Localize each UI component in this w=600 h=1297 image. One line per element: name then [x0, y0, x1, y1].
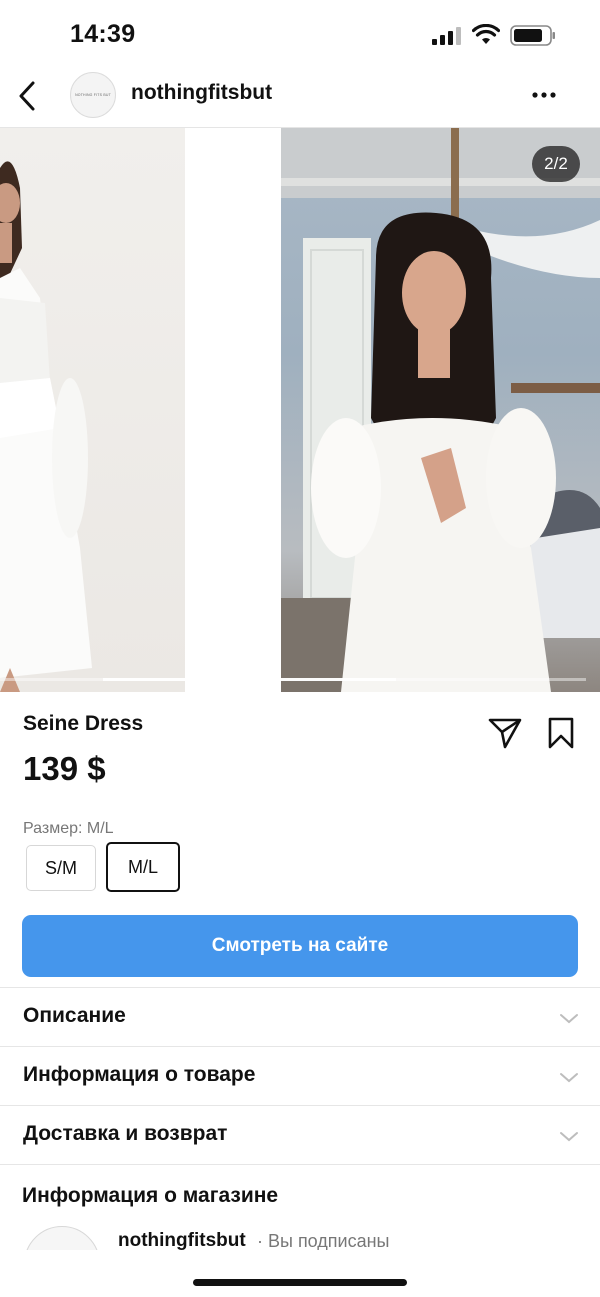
section-product-info-label: Информация о товаре [23, 1063, 256, 1086]
chevron-down-icon [560, 1073, 578, 1083]
shop-avatar-logo-text: NOTHING FITS BUT [75, 93, 111, 97]
home-indicator[interactable] [193, 1279, 407, 1286]
size-option-sm[interactable]: S/M [26, 845, 96, 891]
share-button[interactable] [486, 714, 524, 752]
store-info-row[interactable]: nothingfitsbut · Вы подписаны [0, 1218, 600, 1250]
carousel-progress-track [0, 678, 586, 681]
more-dots-icon [532, 92, 556, 98]
bookmark-icon [548, 717, 574, 749]
wifi-icon [472, 24, 500, 44]
product-name: Seine Dress [23, 712, 144, 735]
view-on-website-button[interactable]: Смотреть на сайте [22, 915, 578, 977]
section-product-info[interactable]: Информация о товаре [0, 1046, 600, 1105]
save-button[interactable] [544, 714, 578, 752]
battery-icon [510, 25, 555, 46]
chevron-down-icon [560, 1014, 578, 1024]
bottom-safe-area [0, 1250, 600, 1297]
section-description[interactable]: Описание [0, 987, 600, 1046]
shop-name-link[interactable]: nothingfitsbut [131, 81, 272, 105]
section-shipping-returns-label: Доставка и возврат [23, 1122, 228, 1145]
product-image-carousel[interactable]: 2/2 [0, 128, 600, 692]
section-divider [0, 1164, 600, 1165]
section-shipping-returns[interactable]: Доставка и возврат [0, 1105, 600, 1164]
product-price: 139 $ [23, 750, 106, 787]
back-arrow-icon [19, 81, 35, 111]
back-button[interactable] [12, 78, 42, 114]
store-follow-status: · Вы подписаны [257, 1231, 390, 1250]
status-time: 14:39 [70, 20, 136, 48]
store-info-title: Информация о магазине [22, 1184, 279, 1207]
page-indicator-badge: 2/2 [532, 146, 580, 182]
top-nav-bar: NOTHING FITS BUT nothingfitsbut [0, 70, 600, 128]
store-name[interactable]: nothingfitsbut [118, 1230, 246, 1250]
product-photo-previous [0, 128, 185, 692]
chevron-down-icon [560, 1132, 578, 1142]
status-bar: 14:39 [0, 0, 600, 70]
size-label: Размер: M/L [23, 820, 114, 837]
size-option-ml[interactable]: M/L [106, 842, 180, 892]
shop-avatar[interactable]: NOTHING FITS BUT [70, 72, 116, 118]
carousel-progress-fill [102, 678, 396, 681]
signal-icon [432, 27, 461, 45]
share-icon [488, 718, 522, 749]
more-options-button[interactable] [528, 80, 560, 110]
product-photo-current [281, 128, 600, 692]
section-description-label: Описание [23, 1004, 126, 1027]
